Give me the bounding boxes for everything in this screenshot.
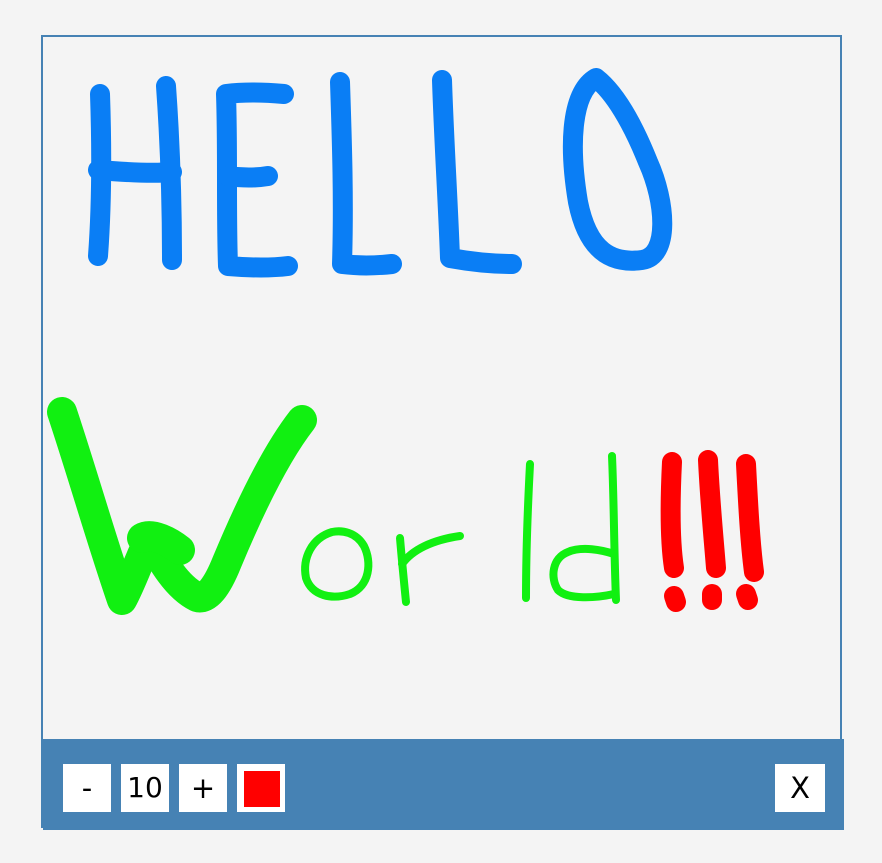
stroke-exclamations	[660, 450, 764, 612]
stroke-orld	[301, 452, 620, 606]
paint-window: - 10 + X	[41, 35, 844, 830]
stroke-w	[47, 397, 317, 615]
increase-size-button[interactable]: +	[179, 764, 227, 812]
close-button[interactable]: X	[775, 764, 825, 812]
drawing-canvas[interactable]	[43, 37, 844, 739]
current-color-swatch	[244, 771, 280, 807]
stroke-hello	[88, 68, 673, 278]
toolbar: - 10 + X	[43, 739, 844, 830]
decrease-size-button[interactable]: -	[63, 764, 111, 812]
brush-size-value: 10	[121, 764, 169, 812]
drawing-svg[interactable]	[2, 2, 882, 863]
color-picker-button[interactable]	[237, 764, 285, 812]
